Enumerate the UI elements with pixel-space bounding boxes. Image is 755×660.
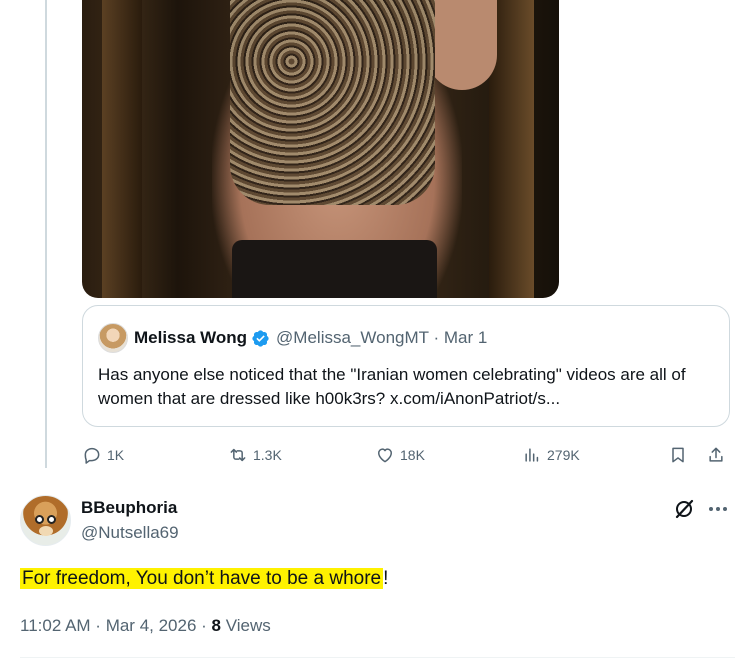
- tweet-action-bar: 1K 1.3K 18K 279K: [82, 442, 732, 468]
- photo-arm: [427, 0, 497, 90]
- quoted-tweet-date[interactable]: Mar 1: [444, 328, 487, 347]
- reply-views-count: 8: [211, 616, 221, 635]
- reply-time[interactable]: 11:02 AM: [20, 616, 91, 635]
- share-icon: [709, 447, 723, 462]
- like-count: 18K: [400, 447, 425, 463]
- reply-meta: 11:02 AM · Mar 4, 2026 · 8 Views: [20, 616, 271, 635]
- grok-icon[interactable]: [672, 497, 696, 521]
- reply-date[interactable]: Mar 4, 2026: [106, 616, 197, 635]
- avatar-eye-left: [35, 515, 44, 524]
- photo-door-left: [102, 0, 142, 298]
- reply-text-highlighted: For freedom, You don’t have to be a whor…: [20, 568, 384, 589]
- divider: [20, 657, 735, 658]
- like-icon: [378, 448, 392, 463]
- repost-count: 1.3K: [253, 447, 282, 463]
- reply-icon: [84, 447, 100, 464]
- tweet-photo[interactable]: [82, 0, 559, 298]
- thread-connector-line: [45, 0, 47, 468]
- reply-author-handle[interactable]: @Nutsella69: [81, 523, 179, 543]
- bookmark-button[interactable]: [668, 442, 688, 468]
- reply-author-name[interactable]: BBeuphoria: [81, 498, 177, 518]
- avatar-eye-right: [47, 515, 56, 524]
- photo-skirt: [232, 240, 437, 298]
- views-icon: [525, 448, 539, 462]
- avatar-snout: [39, 526, 53, 536]
- quoted-author-name[interactable]: Melissa Wong: [134, 328, 247, 348]
- like-button[interactable]: 18K: [375, 442, 425, 468]
- quoted-tweet-card[interactable]: Melissa Wong @Melissa_WongMT · Mar 1 Has…: [82, 305, 730, 427]
- reply-views-label: Views: [225, 616, 271, 635]
- share-button[interactable]: [706, 442, 726, 468]
- repost-button[interactable]: 1.3K: [228, 442, 282, 468]
- views-button[interactable]: 279K: [522, 442, 580, 468]
- reply-text-suffix: !: [383, 568, 389, 589]
- quoted-author-avatar[interactable]: [98, 323, 128, 353]
- reply-count: 1K: [107, 447, 125, 463]
- reply-text: For freedom, You don’t have to be a whor…: [20, 566, 388, 592]
- views-count: 279K: [547, 447, 580, 463]
- more-options-button[interactable]: [706, 495, 730, 519]
- bookmark-icon: [672, 447, 684, 463]
- quoted-tweet-header: Melissa Wong @Melissa_WongMT · Mar 1: [98, 323, 487, 353]
- reply-button[interactable]: 1K: [82, 442, 124, 468]
- repost-icon: [230, 448, 246, 462]
- more-icon: [708, 498, 729, 516]
- reply-author-avatar[interactable]: [20, 495, 71, 546]
- verified-badge-icon: [252, 329, 269, 347]
- quoted-tweet-text: Has anyone else noticed that the "Irania…: [98, 365, 686, 408]
- photo-corset: [230, 0, 435, 205]
- quoted-author-handle[interactable]: @Melissa_WongMT · Mar 1: [276, 328, 487, 348]
